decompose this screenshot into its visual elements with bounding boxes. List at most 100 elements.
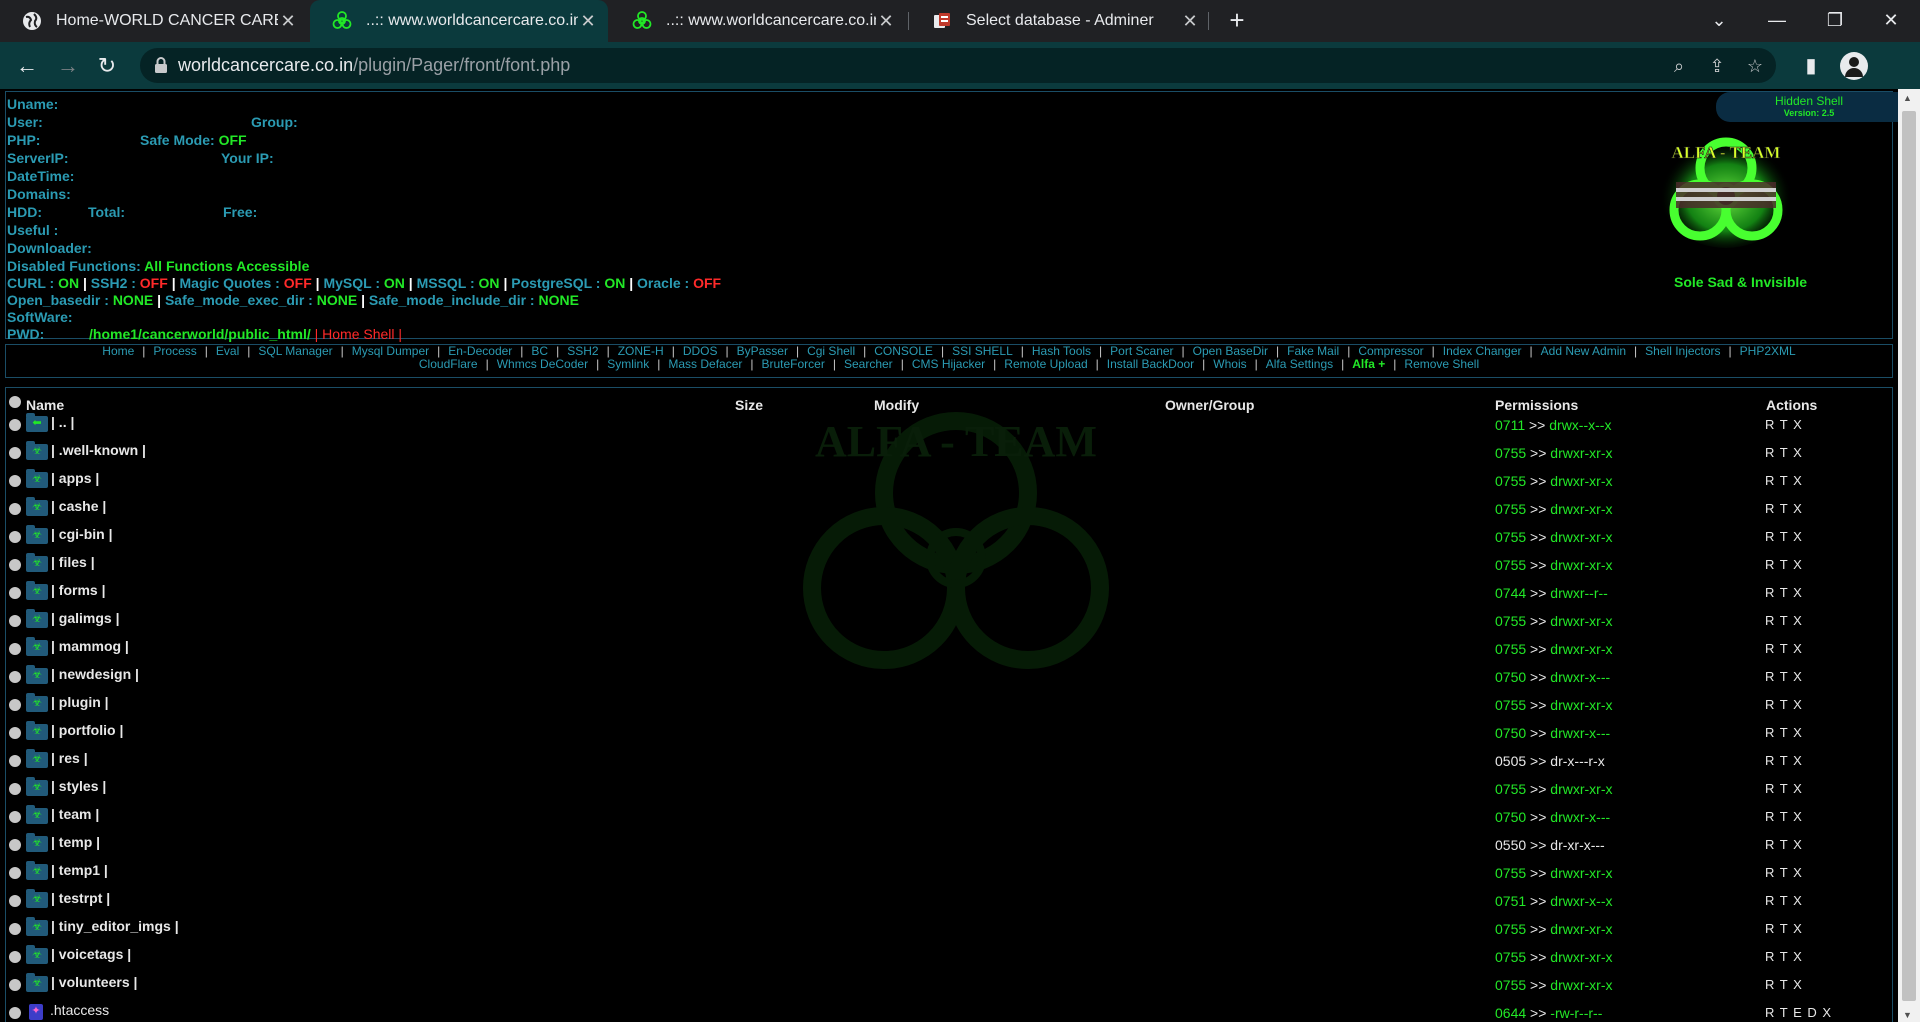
permissions-link[interactable]: 0755 >> drwxr-xr-x [1495, 501, 1613, 517]
row-actions[interactable]: R T X [1765, 585, 1803, 600]
folder-name-link[interactable]: | temp | [51, 834, 100, 850]
tab-search-icon[interactable]: ⌄ [1690, 0, 1748, 40]
table-row[interactable]: ☣ | apps | 0755 >> drwxr-xr-x R T X [6, 468, 1886, 496]
zoom-search-icon[interactable]: ⌕ [1668, 55, 1690, 77]
close-tab-icon[interactable]: ✕ [578, 11, 598, 32]
table-row[interactable]: ☣ | plugin | 0755 >> drwxr-xr-x R T X [6, 692, 1886, 720]
row-select-radio[interactable] [9, 1007, 21, 1019]
row-actions[interactable]: R T X [1765, 557, 1803, 572]
row-select-radio[interactable] [9, 559, 21, 571]
file-name-link[interactable]: .htaccess [50, 1002, 109, 1018]
table-row[interactable]: ☣ | team | 0750 >> drwxr-x--- R T X [6, 804, 1886, 832]
page-scrollbar[interactable]: ▲ ▼ [1898, 89, 1920, 1022]
browser-tab-3[interactable]: ..:: www.worldcancercare.co.in ~ Alfa ::… [610, 0, 906, 42]
menu-link-alfa[interactable]: Alfa + [1352, 357, 1385, 371]
menu-link-alfa-settings[interactable]: Alfa Settings [1266, 357, 1333, 371]
share-icon[interactable]: ⇪ [1706, 55, 1728, 77]
menu-link-cms-hijacker[interactable]: CMS Hijacker [912, 357, 985, 371]
row-actions[interactable]: R T X [1765, 725, 1803, 740]
profile-avatar-icon[interactable] [1840, 52, 1868, 80]
row-actions[interactable]: R T X [1765, 641, 1803, 656]
row-actions[interactable]: R T X [1765, 921, 1803, 936]
table-row[interactable]: ☣ | temp | 0550 >> dr-xr-x--- R T X [6, 832, 1886, 860]
row-actions[interactable]: R T X [1765, 977, 1803, 992]
table-row[interactable]: ☣ | cgi-bin | 0755 >> drwxr-xr-x R T X [6, 524, 1886, 552]
row-actions[interactable]: R T X [1765, 697, 1803, 712]
permissions-link[interactable]: 0751 >> drwxr-x--x [1495, 893, 1613, 909]
url-text[interactable]: worldcancercare.co.in/plugin/Pager/front… [178, 55, 570, 76]
table-row[interactable]: ☣ | styles | 0755 >> drwxr-xr-x R T X [6, 776, 1886, 804]
row-select-radio[interactable] [9, 531, 21, 543]
permissions-link[interactable]: 0750 >> drwxr-x--- [1495, 725, 1610, 741]
folder-name-link[interactable]: | mammog | [51, 638, 129, 654]
menu-link-mysql-dumper[interactable]: Mysql Dumper [352, 344, 429, 358]
permissions-link[interactable]: 0711 >> drwx--x--x [1495, 417, 1611, 433]
row-select-radio[interactable] [9, 979, 21, 991]
name-column-header[interactable]: Name [26, 397, 64, 413]
home-shell-link[interactable]: | Home Shell | [315, 326, 402, 342]
table-row[interactable]: ☣ | forms | 0744 >> drwxr--r-- R T X [6, 580, 1886, 608]
row-select-radio[interactable] [9, 783, 21, 795]
row-select-radio[interactable] [9, 447, 21, 459]
row-select-radio[interactable] [9, 643, 21, 655]
table-row[interactable]: ☣ | mammog | 0755 >> drwxr-xr-x R T X [6, 636, 1886, 664]
row-actions[interactable]: R T X [1765, 445, 1803, 460]
menu-link-index-changer[interactable]: Index Changer [1443, 344, 1522, 358]
permissions-link[interactable]: 0755 >> drwxr-xr-x [1495, 781, 1613, 797]
menu-link-bruteforcer[interactable]: BruteForcer [762, 357, 825, 371]
menu-link-ssh2[interactable]: SSH2 [567, 344, 598, 358]
menu-link-fake-mail[interactable]: Fake Mail [1287, 344, 1339, 358]
row-actions[interactable]: R T X [1765, 865, 1803, 880]
menu-link-ddos[interactable]: DDOS [683, 344, 718, 358]
table-row[interactable]: ⬅ | .. | 0711 >> drwx--x--x R T X [6, 412, 1886, 440]
row-actions[interactable]: R T X [1765, 893, 1803, 908]
folder-name-link[interactable]: | .. | [51, 414, 74, 430]
table-row[interactable]: ☣ | res | 0505 >> dr-x---r-x R T X [6, 748, 1886, 776]
back-button[interactable]: ← [13, 52, 41, 80]
menu-link-en-decoder[interactable]: En-Decoder [448, 344, 512, 358]
folder-name-link[interactable]: | .well-known | [51, 442, 146, 458]
close-tab-icon[interactable]: ✕ [876, 11, 896, 32]
row-select-radio[interactable] [9, 615, 21, 627]
lock-icon[interactable] [154, 57, 168, 78]
permissions-link[interactable]: 0755 >> drwxr-xr-x [1495, 613, 1613, 629]
row-actions[interactable]: R T X [1765, 949, 1803, 964]
folder-name-link[interactable]: | cashe | [51, 498, 106, 514]
permissions-link[interactable]: 0755 >> drwxr-xr-x [1495, 977, 1613, 993]
row-select-radio[interactable] [9, 419, 21, 431]
table-row[interactable]: ☣ | .well-known | 0755 >> drwxr-xr-x R T X [6, 440, 1886, 468]
menu-link-ssi-shell[interactable]: SSI SHELL [952, 344, 1013, 358]
menu-link-remote-upload[interactable]: Remote Upload [1004, 357, 1087, 371]
row-select-radio[interactable] [9, 503, 21, 515]
permissions-link[interactable]: 0505 >> dr-x---r-x [1495, 753, 1605, 769]
row-actions[interactable]: R T X [1765, 753, 1803, 768]
scroll-up-arrow-icon[interactable]: ▲ [1903, 93, 1912, 103]
menu-link-searcher[interactable]: Searcher [844, 357, 893, 371]
browser-tab-1[interactable]: Home-WORLD CANCER CARE CHARITABLE SOCIET… [0, 0, 308, 42]
folder-name-link[interactable]: | newdesign | [51, 666, 139, 682]
row-actions[interactable]: R T X [1765, 417, 1803, 432]
table-row[interactable]: ☣ | cashe | 0755 >> drwxr-xr-x R T X [6, 496, 1886, 524]
row-actions[interactable]: R T X [1765, 613, 1803, 628]
menu-link-compressor[interactable]: Compressor [1358, 344, 1423, 358]
row-select-radio[interactable] [9, 895, 21, 907]
permissions-link[interactable]: 0755 >> drwxr-xr-x [1495, 473, 1613, 489]
row-actions[interactable]: R T X [1765, 781, 1803, 796]
folder-name-link[interactable]: | forms | [51, 582, 106, 598]
table-row[interactable]: ☣ | newdesign | 0750 >> drwxr-x--- R T X [6, 664, 1886, 692]
table-row[interactable]: ☣ | tiny_editor_imgs | 0755 >> drwxr-xr-x R… [6, 916, 1886, 944]
permissions-link[interactable]: 0755 >> drwxr-xr-x [1495, 557, 1613, 573]
row-select-radio[interactable] [9, 727, 21, 739]
menu-link-whois[interactable]: Whois [1213, 357, 1246, 371]
row-actions[interactable]: R T E D X [1765, 1005, 1832, 1020]
row-select-radio[interactable] [9, 951, 21, 963]
row-actions[interactable]: R T X [1765, 837, 1803, 852]
owner-column-header[interactable]: Owner/Group [1165, 397, 1254, 413]
new-tab-button[interactable]: + [1222, 6, 1252, 36]
row-select-radio[interactable] [9, 475, 21, 487]
row-select-radio[interactable] [9, 923, 21, 935]
menu-link-sql-manager[interactable]: SQL Manager [258, 344, 332, 358]
menu-link-add-new-admin[interactable]: Add New Admin [1541, 344, 1626, 358]
menu-link-mass-defacer[interactable]: Mass Defacer [668, 357, 742, 371]
actions-column-header[interactable]: Actions [1766, 397, 1817, 413]
